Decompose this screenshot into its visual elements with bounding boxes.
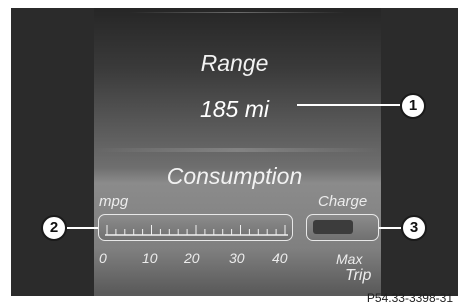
range-label: Range (200, 50, 269, 76)
max-label: Max (336, 251, 363, 267)
consumption-label: Consumption (166, 163, 303, 189)
instrument-display: Range 185 mi Consumption mpg Charge 0 10… (11, 8, 458, 296)
charge-label: Charge (318, 193, 368, 210)
consumption-scale (98, 214, 293, 241)
figure-code: P54.33-3398-31 (366, 291, 453, 305)
scale-tick-label-10: 10 (142, 250, 158, 266)
mpg-label: mpg (99, 193, 129, 210)
panel-band-divider (94, 148, 381, 152)
scale-tick-label-0: 0 (99, 250, 107, 266)
scale-ticks (105, 225, 288, 236)
callout-1: 1 (400, 93, 426, 119)
scale-tick-label-20: 20 (184, 250, 200, 266)
callout-2: 2 (41, 215, 67, 241)
panel-top-divider (129, 12, 346, 13)
scale-tick-label-40: 40 (272, 250, 288, 266)
range-value: 185 mi (199, 96, 270, 122)
callout-3: 3 (401, 215, 427, 241)
trip-label: Trip (345, 267, 372, 284)
scale-tick-label-30: 30 (229, 250, 245, 266)
charge-indicator-fill (313, 220, 353, 234)
charge-indicator (306, 214, 379, 241)
figure: Range 185 mi Consumption mpg Charge 0 10… (0, 0, 459, 308)
